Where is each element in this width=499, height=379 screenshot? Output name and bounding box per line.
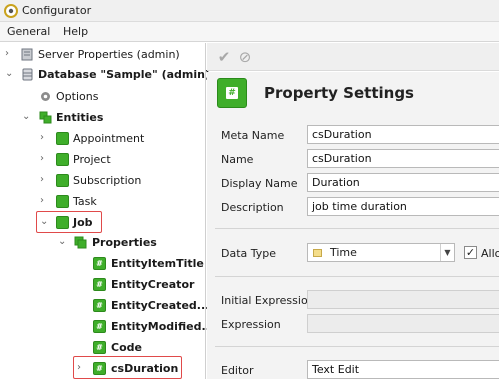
entity-icon [56,132,69,145]
tree-node-label: Subscription [73,174,142,187]
panel-title: Property Settings [264,84,414,102]
highlight-box-csduration [73,356,182,379]
collapse-arrow-icon[interactable]: ⌄ [58,237,67,247]
collapse-arrow-icon[interactable]: ⌄ [5,69,14,79]
initial-expression-label: Initial Expression [221,294,315,307]
chevron-down-icon[interactable]: ▼ [440,244,454,261]
expand-arrow-icon[interactable]: › [5,49,14,59]
editor-field[interactable]: Text Edit [307,360,499,379]
tree-node-label: EntityItemTitle [111,257,204,270]
check-icon[interactable]: ✔ [216,49,232,65]
tree-node-entities[interactable]: ⌄ Entities [0,108,206,128]
gear-icon [41,92,50,101]
server-icon [21,48,33,61]
tree-node-subscription[interactable]: › Subscription [0,171,206,191]
display-name-field[interactable]: Duration [307,173,499,192]
tree-node-label: Code [111,341,142,354]
property-settings-panel: # Property Settings Meta Name csDuration… [207,72,499,379]
expression-field[interactable] [307,314,499,333]
tree-node-project[interactable]: › Project [0,150,206,170]
toolbar: ✔ ⊘ [207,43,499,71]
property-icon: # [93,257,106,270]
app-logo-icon [4,4,18,18]
tree-node-label: Project [73,153,111,166]
tree-node-options[interactable]: Options [0,87,206,107]
tree-node-label: Appointment [73,132,145,145]
section-divider [215,276,499,277]
title-bar: Configurator [0,0,499,22]
expand-arrow-icon[interactable]: › [40,154,49,164]
allow-checkbox-label: Allo [481,247,499,260]
menu-bar: General Help [0,22,499,42]
allow-checkbox[interactable]: ✓ [464,246,477,259]
expression-label: Expression [221,318,281,331]
data-type-value: Time [330,246,357,259]
entity-icon [56,174,69,187]
tree-node-properties[interactable]: ⌄ Properties [0,233,206,253]
tree-node-entityitemtitle[interactable]: # EntityItemTitle [0,254,206,274]
tree-node-entitycreated[interactable]: # EntityCreated... [0,296,210,316]
tree-node-entitycreator[interactable]: # EntityCreator [0,275,206,295]
tree-node-appointment[interactable]: › Appointment [0,129,206,149]
tree-node-code[interactable]: # Code [0,338,206,358]
tree-node-label: Properties [92,236,157,249]
entity-icon [56,195,69,208]
tree-node-label: Entities [56,111,104,124]
navigation-tree: › Server Properties (admin) ⌄ Database "… [0,43,214,379]
expand-arrow-icon[interactable]: › [40,133,49,143]
highlight-box-job [36,211,102,233]
description-label: Description [221,201,284,214]
tree-node-label: Task [73,195,97,208]
section-divider [215,228,499,229]
collapse-arrow-icon[interactable]: ⌄ [22,112,31,122]
meta-name-label: Meta Name [221,129,285,142]
cancel-icon[interactable]: ⊘ [237,49,253,65]
property-icon: # [93,320,106,333]
database-icon [22,68,33,81]
display-name-label: Display Name [221,177,298,190]
entities-icon [39,111,52,124]
meta-name-field[interactable]: csDuration [307,125,499,144]
expand-arrow-icon[interactable]: › [40,175,49,185]
properties-icon [74,236,87,249]
tree-node-label: EntityCreator [111,278,195,291]
tree-node-database[interactable]: ⌄ Database "Sample" (admin) [0,65,210,85]
expand-arrow-icon[interactable]: › [40,196,49,206]
tree-node-label: EntityModified... [111,320,214,333]
description-field[interactable]: job time duration [307,197,499,216]
name-label: Name [221,153,254,166]
property-icon: # [217,78,247,108]
name-field[interactable]: csDuration [307,149,499,168]
tree-node-task[interactable]: › Task [0,192,206,212]
property-icon: # [93,341,106,354]
property-icon: # [93,299,106,312]
section-divider [215,346,499,347]
data-type-label: Data Type [221,247,277,260]
tree-node-label: Options [56,90,99,103]
tree-node-label: EntityCreated... [111,299,210,312]
menu-general[interactable]: General [7,25,50,38]
tree-node-label: Database "Sample" (admin) [38,68,210,81]
data-type-select[interactable]: Time ▼ [307,243,455,262]
property-icon: # [93,278,106,291]
tree-node-server-properties[interactable]: › Server Properties (admin) [0,45,206,65]
time-type-icon [313,249,322,257]
tree-node-job[interactable]: ⌄ Job [0,213,206,233]
initial-expression-field[interactable] [307,290,499,309]
entity-icon [56,153,69,166]
window-title: Configurator [22,4,92,17]
tree-node-entitymodified[interactable]: # EntityModified... [0,317,214,337]
tree-node-label: Server Properties (admin) [38,48,180,61]
editor-label: Editor [221,364,254,377]
menu-help[interactable]: Help [63,25,88,38]
